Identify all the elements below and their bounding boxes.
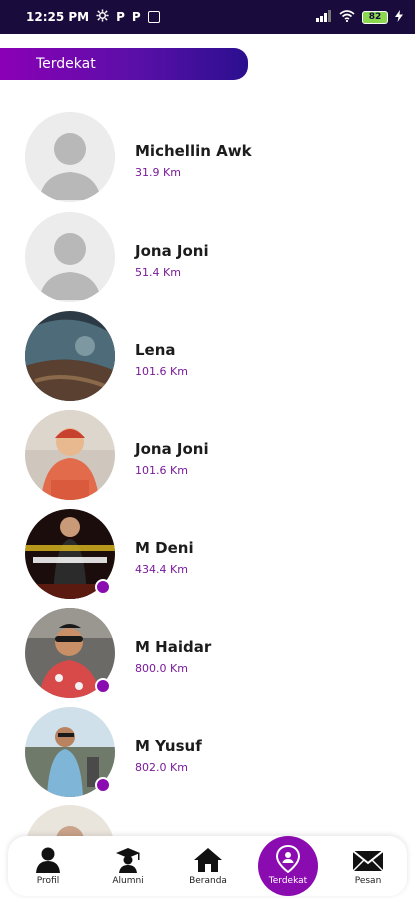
graduate-icon [116, 848, 140, 873]
user-distance: 51.4 Km [135, 266, 181, 279]
user-name: M Yusuf [135, 737, 202, 755]
battery-icon: 82 [362, 10, 388, 24]
tab-label: Pesan [354, 876, 382, 886]
online-status-dot [95, 579, 111, 595]
page-title: Terdekat [36, 56, 96, 72]
user-distance: 101.6 Km [135, 464, 188, 477]
user-name: Lena [135, 341, 176, 359]
signal-icon [316, 9, 332, 25]
notification-p-icon: P [116, 10, 125, 24]
screen-notification-icon [147, 11, 160, 23]
user-distance: 101.6 Km [135, 365, 188, 378]
tab-pesan[interactable]: Pesan [330, 836, 406, 896]
notification-p-icon-2: P [131, 10, 141, 24]
user-distance: 802.0 Km [135, 761, 188, 774]
status-time: 12:25 PM [26, 10, 90, 24]
location-pin-icon [276, 845, 300, 873]
photo-avatar-icon [25, 311, 115, 401]
default-avatar-icon [25, 212, 115, 302]
list-item[interactable]: M Deni 434.4 Km [0, 509, 415, 601]
person-icon [36, 847, 60, 873]
user-name: Jona Joni [135, 440, 209, 458]
photo-avatar-icon [25, 410, 115, 500]
mail-icon [352, 850, 384, 872]
tab-label: Terdekat [268, 876, 308, 886]
status-right: 82 [316, 9, 403, 25]
user-name: M Deni [135, 539, 194, 557]
user-name: Michellin Awk [135, 142, 252, 160]
status-bar: 12:25 PM P P 82 [0, 0, 415, 34]
page-title-banner: Terdekat [0, 48, 248, 80]
tab-label: Beranda [189, 876, 227, 886]
charging-icon [395, 9, 403, 25]
user-distance: 31.9 Km [135, 166, 181, 179]
list-item[interactable]: Jona Joni 101.6 Km [0, 410, 415, 502]
default-avatar-icon [25, 112, 115, 202]
list-item[interactable]: M Yusuf 802.0 Km [0, 707, 415, 799]
avatar [25, 410, 115, 500]
tab-profil[interactable]: Profil [10, 836, 86, 896]
online-status-dot [95, 777, 111, 793]
user-name: M Haidar [135, 638, 212, 656]
status-left: 12:25 PM P P [26, 9, 160, 25]
tab-alumni[interactable]: Alumni [90, 836, 166, 896]
list-item[interactable]: Lena 101.6 Km [0, 311, 415, 403]
avatar [25, 212, 115, 302]
tab-label: Profil [36, 876, 60, 886]
home-icon [194, 848, 222, 872]
online-status-dot [95, 678, 111, 694]
user-distance: 434.4 Km [135, 563, 188, 576]
user-distance: 800.0 Km [135, 662, 188, 675]
bottom-navigation: Profil Alumni Beranda Terdekat Pesan [8, 836, 407, 896]
tab-terdekat[interactable]: Terdekat [250, 836, 326, 896]
avatar [25, 311, 115, 401]
wifi-icon [339, 9, 355, 25]
list-item[interactable]: M Haidar 800.0 Km [0, 608, 415, 700]
list-item[interactable]: Jona Joni 51.4 Km [0, 212, 415, 304]
tab-label: Alumni [112, 876, 144, 886]
tab-beranda[interactable]: Beranda [170, 836, 246, 896]
avatar [25, 112, 115, 202]
settings-status-icon [96, 9, 109, 25]
list-item[interactable]: Michellin Awk 31.9 Km [0, 112, 415, 204]
user-name: Jona Joni [135, 242, 209, 260]
